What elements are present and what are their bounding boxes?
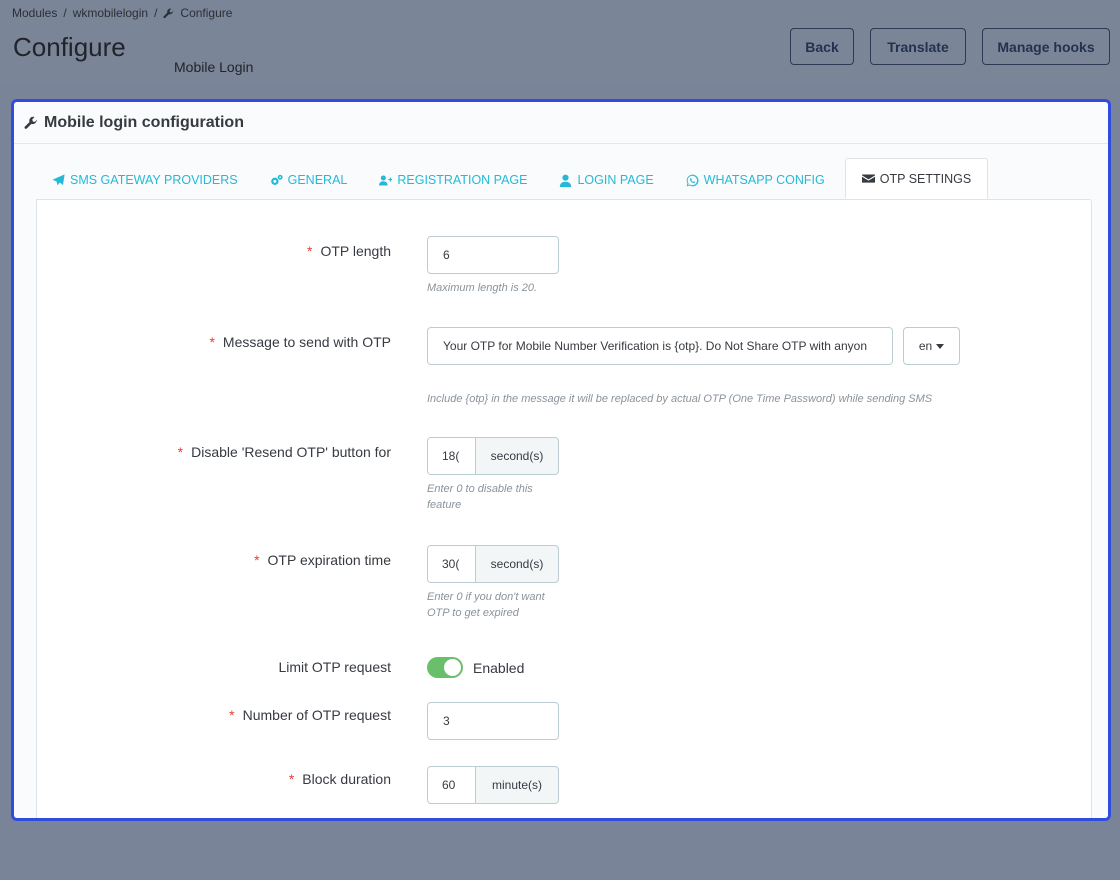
- tab-sms-gateway-providers[interactable]: SMS GATEWAY PROVIDERS: [36, 161, 254, 199]
- otp-length-label: * OTP length: [306, 243, 391, 259]
- user-plus-icon: [379, 174, 393, 186]
- language-code: en: [918, 339, 933, 353]
- required-marker: *: [229, 707, 235, 723]
- panel-body: SMS GATEWAY PROVIDERS GENERAL REGISTRATI…: [14, 144, 1108, 818]
- tab-login-page[interactable]: LOGIN PAGE: [543, 161, 669, 199]
- breadcrumb-separator: /: [154, 6, 158, 20]
- required-marker: *: [254, 552, 260, 568]
- seconds-addon: second(s): [476, 545, 559, 583]
- wrench-icon: [163, 8, 174, 19]
- tab-label: REGISTRATION PAGE: [397, 173, 528, 187]
- block-duration-label: * Block duration: [288, 771, 391, 787]
- page-title: Configure: [13, 32, 126, 62]
- caret-down-icon: [936, 343, 945, 349]
- block-duration-input[interactable]: 60: [427, 766, 476, 804]
- breadcrumb-modules[interactable]: Modules: [12, 6, 57, 20]
- page-header: Modules / wkmobilelogin / Configure Conf…: [0, 0, 1120, 82]
- tab-label: WHATSAPP CONFIG: [703, 173, 825, 187]
- wrench-icon: [24, 116, 38, 130]
- cogs-icon: [270, 174, 283, 185]
- panel-heading: Mobile login configuration: [14, 102, 1108, 144]
- envelope-icon: [861, 174, 875, 183]
- otp-expiration-input-group: 30( second(s): [427, 545, 559, 583]
- breadcrumb-separator: /: [63, 6, 67, 20]
- breadcrumb-module-name[interactable]: wkmobilelogin: [73, 6, 148, 20]
- language-dropdown[interactable]: en: [903, 327, 960, 365]
- manage-hooks-button[interactable]: Manage hooks: [982, 28, 1110, 65]
- tab-general[interactable]: GENERAL: [254, 161, 364, 199]
- resend-otp-label: * Disable 'Resend OTP' button for: [177, 444, 391, 460]
- otp-expiration-help: Enter 0 if you don't want OTP to get exp…: [427, 591, 545, 619]
- tab-label: SMS GATEWAY PROVIDERS: [70, 173, 238, 187]
- tab-registration-page[interactable]: REGISTRATION PAGE: [363, 161, 543, 199]
- num-otp-request-input[interactable]: 3: [427, 702, 559, 740]
- page-footer-area: [0, 822, 1120, 880]
- block-duration-input-group: 60 minute(s): [427, 766, 559, 804]
- otp-length-help: Maximum length is 20.: [427, 282, 538, 294]
- tab-label: OTP SETTINGS: [879, 171, 972, 186]
- required-marker: *: [306, 243, 313, 259]
- message-help: Include {otp} in the message it will be …: [427, 393, 933, 405]
- resend-otp-help: Enter 0 to disable this feature: [427, 483, 533, 511]
- breadcrumb-configure: Configure: [180, 6, 233, 20]
- required-marker: *: [209, 334, 215, 350]
- otp-length-input[interactable]: 6: [427, 236, 559, 274]
- message-label: * Message to send with OTP: [209, 334, 391, 350]
- required-marker: *: [177, 444, 184, 460]
- otp-settings-form: * OTP length 6 Maximum length is 20. * Mes…: [36, 199, 1092, 818]
- otp-expiration-label: * OTP expiration time: [254, 552, 391, 568]
- page-subtitle: Mobile Login: [174, 59, 254, 75]
- back-button[interactable]: Back: [790, 28, 854, 65]
- limit-otp-toggle[interactable]: [427, 657, 463, 678]
- tab-label: LOGIN PAGE: [577, 173, 654, 187]
- translate-button[interactable]: Translate: [870, 28, 966, 65]
- resend-otp-input-group: 18( second(s): [427, 437, 559, 475]
- tab-bar: SMS GATEWAY PROVIDERS GENERAL REGISTRATI…: [36, 158, 989, 199]
- otp-expiration-input[interactable]: 30(: [427, 545, 476, 583]
- num-otp-request-label: * Number of OTP request: [229, 707, 391, 723]
- resend-otp-input[interactable]: 18(: [427, 437, 476, 475]
- message-input[interactable]: Your OTP for Mobile Number Verification …: [427, 327, 893, 365]
- limit-otp-label: Limit OTP request: [278, 659, 391, 675]
- seconds-addon: second(s): [476, 437, 559, 475]
- tab-otp-settings[interactable]: OTP SETTINGS: [844, 158, 989, 199]
- whatsapp-icon: [686, 174, 699, 186]
- limit-otp-status: Enabled: [473, 659, 525, 676]
- paper-plane-icon: [52, 173, 65, 185]
- configuration-panel: Mobile login configuration SMS GATEWAY P…: [11, 99, 1111, 821]
- breadcrumb: Modules / wkmobilelogin / Configure: [12, 6, 232, 20]
- user-icon: [560, 174, 572, 187]
- panel-title: Mobile login configuration: [44, 113, 244, 131]
- toggle-knob: [444, 659, 461, 676]
- minutes-addon: minute(s): [476, 766, 559, 804]
- required-marker: *: [288, 771, 295, 787]
- tab-label: GENERAL: [287, 173, 348, 187]
- tab-whatsapp-config[interactable]: WHATSAPP CONFIG: [670, 161, 841, 199]
